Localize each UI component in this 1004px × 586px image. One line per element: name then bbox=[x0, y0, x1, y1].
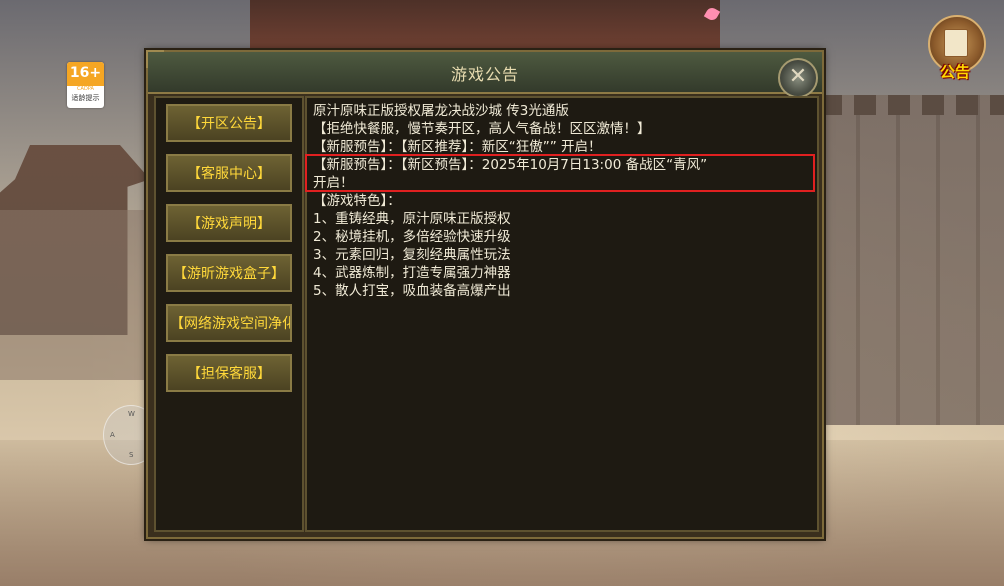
announcement-content: 原汁原味正版授权屠龙决战沙城 传3光通版 【拒绝快餐服，慢节奏开区，高人气备战！… bbox=[305, 96, 819, 532]
joystick-down-label: S bbox=[129, 451, 134, 459]
content-line: 4、武器炼制，打造专属强力神器 bbox=[313, 265, 511, 281]
background-wall-left bbox=[0, 210, 150, 380]
announcement-dialog: 游戏公告 ✕ 【开区公告】 【客服中心】 【游戏声明】 【游昕游戏盒子】 【网络… bbox=[146, 50, 824, 539]
content-line: 2、秘境挂机，多倍经验快速升级 bbox=[313, 229, 511, 245]
age-rating-badge: 16+ CADPA 适龄提示 bbox=[67, 62, 104, 108]
close-button[interactable]: ✕ bbox=[778, 58, 818, 98]
content-line: 【拒绝快餐服，慢节奏开区，高人气备战！区区激情！】 bbox=[313, 121, 651, 137]
age-rating: 16+ bbox=[67, 62, 104, 86]
age-rating-tip: 适龄提示 bbox=[71, 94, 100, 102]
content-line: 5、散人打宝，吸血装备高爆产出 bbox=[313, 283, 511, 299]
sidebar-item-server-open[interactable]: 【开区公告】 bbox=[166, 104, 292, 142]
content-line: 3、元素回归，复刻经典属性玩法 bbox=[313, 247, 511, 263]
notice-button[interactable]: 公告 bbox=[924, 15, 988, 81]
background-gate bbox=[250, 0, 720, 50]
corner-ornament bbox=[146, 50, 164, 68]
joystick-up-label: W bbox=[128, 410, 135, 418]
background-battlements bbox=[820, 95, 1004, 115]
dialog-title: 游戏公告 bbox=[450, 65, 519, 84]
sidebar-item-customer-service[interactable]: 【客服中心】 bbox=[166, 154, 292, 192]
announcement-sidebar: 【开区公告】 【客服中心】 【游戏声明】 【游昕游戏盒子】 【网络游戏空间净化 … bbox=[154, 96, 304, 532]
content-line: 原汁原味正版授权屠龙决战沙城 传3光通版 bbox=[313, 103, 569, 119]
sidebar-item-cyberspace[interactable]: 【网络游戏空间净化 bbox=[166, 304, 292, 342]
sidebar-item-guarantee-service[interactable]: 【担保客服】 bbox=[166, 354, 292, 392]
age-rating-org: CADPA bbox=[77, 86, 94, 92]
notice-label: 公告 bbox=[939, 63, 970, 81]
joystick-left-label: A bbox=[110, 431, 115, 439]
dialog-header: 游戏公告 bbox=[148, 52, 822, 94]
background-wall-right bbox=[820, 95, 1004, 425]
content-line: 【游戏特色】： bbox=[313, 193, 401, 209]
highlight-box bbox=[305, 154, 815, 192]
content-line: 1、重铸经典，原汁原味正版授权 bbox=[313, 211, 511, 227]
sidebar-item-game-statement[interactable]: 【游戏声明】 bbox=[166, 204, 292, 242]
scroll-icon bbox=[944, 29, 968, 57]
sidebar-item-game-box[interactable]: 【游昕游戏盒子】 bbox=[166, 254, 292, 292]
